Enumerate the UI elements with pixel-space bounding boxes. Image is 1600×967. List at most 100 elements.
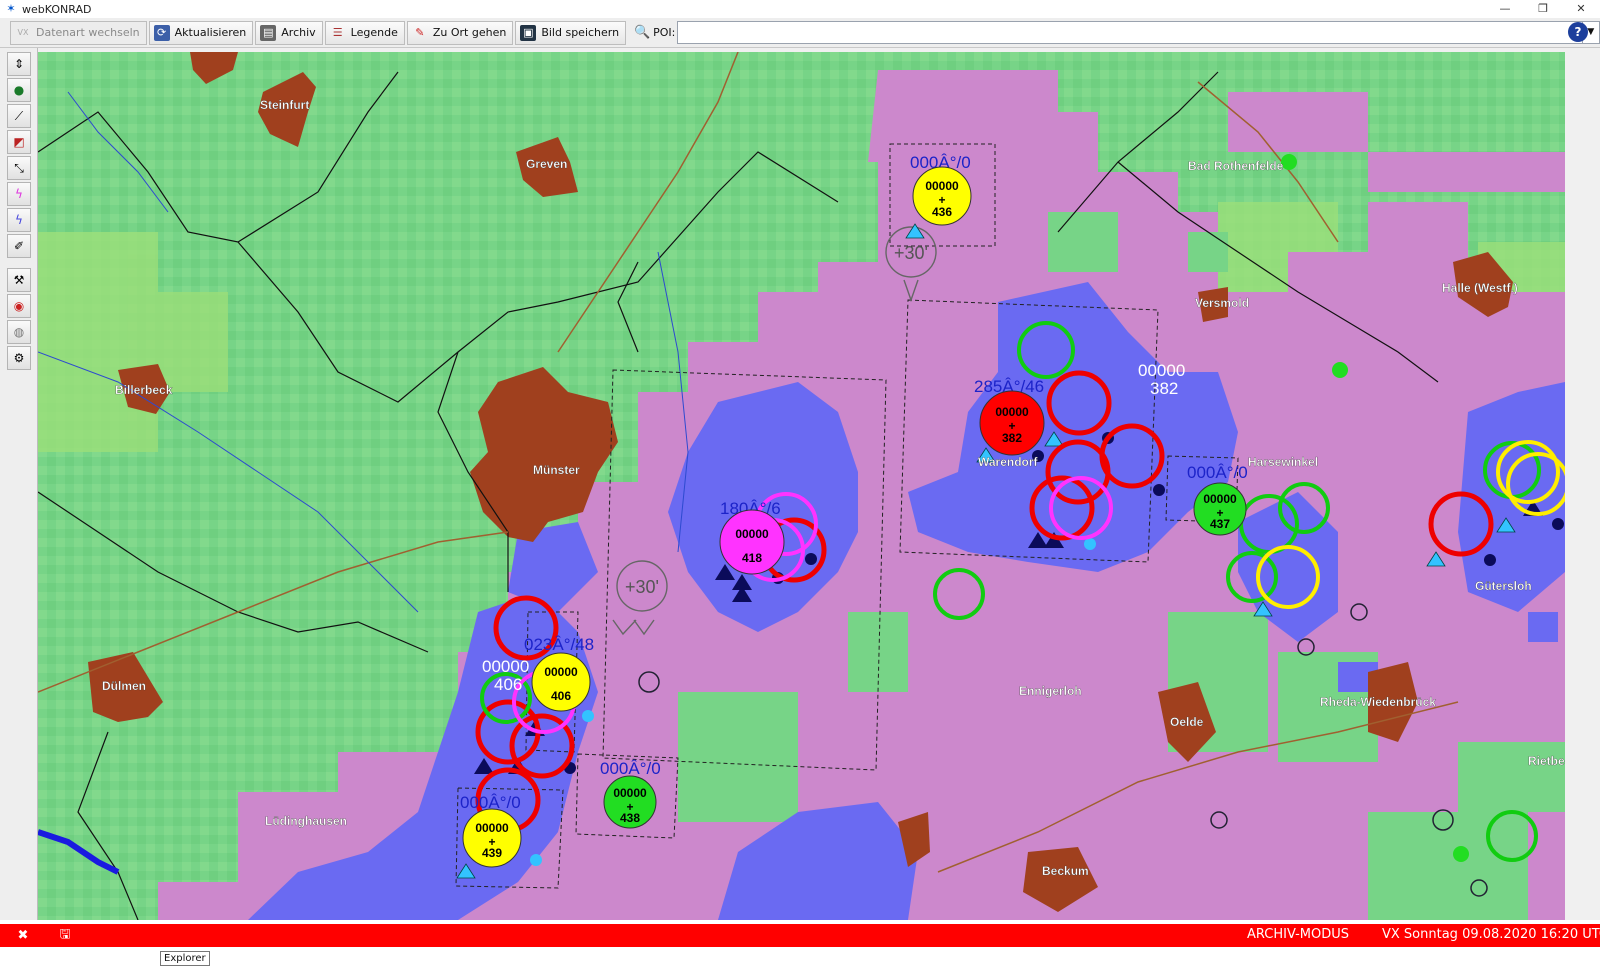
storm-cell-437[interactable]: 00000 + 437 — [1193, 482, 1247, 536]
explorer-tooltip: Explorer — [160, 951, 210, 966]
lightning-blue-tool-button[interactable]: ϟ — [7, 208, 31, 232]
city-label-rheda-wiedenbrueck: Rheda-Wiedenbrück — [1320, 695, 1436, 709]
storm-cell-406[interactable]: 00000 406 — [531, 652, 591, 712]
city-label-halle: Halle (Westf.) — [1442, 281, 1518, 295]
radar-icon: ◉ — [13, 299, 25, 313]
radar-tool-button[interactable]: ◉ — [7, 294, 31, 318]
legend-icon: ☰ — [332, 26, 343, 39]
vx-rx-icon: VX — [17, 28, 29, 37]
legende-label: Legende — [350, 26, 398, 39]
city-label-rietberg: Rietberg — [1528, 754, 1565, 768]
city-label-bad-rothenfelde: Bad Rothenfelde — [1188, 159, 1284, 173]
cell-437-heading: 000Â°/0 — [1187, 463, 1248, 482]
legende-button[interactable]: ☰ Legende — [324, 20, 405, 45]
measure-tool-button[interactable]: ✐ — [7, 234, 31, 258]
cell-436-num: 436 — [932, 205, 952, 219]
city-label-steinfurt: Steinfurt — [260, 98, 309, 112]
segment-tool-button[interactable]: ◩ — [7, 130, 31, 154]
layers-tool-button[interactable]: ⚙ — [7, 346, 31, 370]
archiv-label: Archiv — [281, 26, 316, 39]
path-icon: ⤡ — [14, 160, 24, 175]
cell-406-code: 00000 — [544, 665, 578, 679]
floppy-icon: 🖫 — [59, 926, 71, 942]
refresh-icon: ⟳ — [153, 24, 170, 41]
help-button[interactable]: ? — [1568, 22, 1588, 42]
path-tool-button[interactable]: ⤡ — [7, 156, 31, 180]
point-tool-button[interactable]: ● — [7, 78, 31, 102]
cell-406-num: 406 — [551, 689, 571, 703]
cell-437-num: 437 — [1210, 517, 1230, 531]
lightning-pink-tool-button[interactable]: ϟ — [7, 182, 31, 206]
cell-382-code: 00000 — [995, 405, 1029, 419]
bild-speichern-button[interactable]: ▣ Bild speichern — [515, 20, 627, 45]
city-label-oelde: Oelde — [1170, 715, 1204, 729]
archive-mode-label: ARCHIV-MODUS — [1247, 927, 1350, 942]
cell-436-code: 00000 — [925, 179, 959, 193]
minimize-button[interactable]: — — [1486, 0, 1524, 18]
cell-382-alt-num: 382 — [1150, 379, 1178, 398]
measure-icon: ✐ — [13, 239, 25, 253]
layers-icon: ⚙ — [13, 351, 25, 365]
cell-382-num: 382 — [1002, 431, 1022, 445]
cell-438-heading: 000Â°/0 — [600, 759, 661, 778]
poi-input[interactable] — [677, 21, 1583, 44]
save-image-icon: ▣ — [520, 24, 537, 41]
storm-cell-382[interactable]: 00000 + 382 — [979, 390, 1045, 456]
cell-439-code: 00000 — [475, 821, 509, 835]
cell-418-code: 00000 — [735, 527, 769, 541]
explorer-icon: ✖ — [17, 928, 29, 943]
globe-tool-button[interactable]: ◍ — [7, 320, 31, 344]
segment-icon: ◩ — [13, 135, 25, 149]
restore-button[interactable]: ❐ — [1524, 0, 1562, 18]
search-icon: 🔍 — [634, 24, 651, 40]
city-label-warendorf: Warendorf — [978, 455, 1039, 469]
city-label-guetersloh: Gütersloh — [1475, 579, 1532, 593]
toolbar: VX Datenart wechseln ⟳ Aktualisieren ▤ A… — [0, 18, 1600, 48]
city-label-duelmen: Dülmen — [102, 679, 146, 693]
city-label-luedinghausen: Lüdinghausen — [265, 814, 347, 828]
datenart-wechseln-button[interactable]: VX Datenart wechseln — [10, 20, 147, 45]
globe-icon: ◍ — [13, 325, 25, 339]
city-label-versmold: Versmold — [1195, 296, 1249, 310]
lightning-blue-icon: ϟ — [15, 213, 23, 227]
archiv-button[interactable]: ▤ Archiv — [255, 20, 323, 45]
cell-418-num: 418 — [742, 551, 762, 565]
cell-439-num: 439 — [482, 846, 502, 860]
city-label-harsewinkel: Harsewinkel — [1248, 455, 1318, 469]
line-tool-button[interactable]: ⟋ — [7, 104, 31, 128]
zu-ort-gehen-button[interactable]: ✎ Zu Ort gehen — [406, 20, 514, 45]
cell-437-code: 00000 — [1203, 492, 1237, 506]
zoom-extent-icon: ⇕ — [13, 57, 25, 71]
city-label-muenster: Münster — [533, 463, 580, 477]
cell-438-code: 00000 — [613, 786, 647, 800]
window-title: webKONRAD — [22, 2, 92, 16]
storm-cell-439[interactable]: 00000 + 439 — [462, 808, 522, 868]
city-label-greven: Greven — [526, 157, 567, 171]
zu-ort-label: Zu Ort gehen — [432, 26, 507, 39]
status-bar-background — [0, 924, 1600, 947]
poi-search: 🔍 POI: — [634, 25, 675, 41]
aktualisieren-button[interactable]: ⟳ Aktualisieren — [148, 20, 254, 45]
storm-cell-438[interactable]: 00000 + 438 — [603, 775, 657, 829]
city-label-ennigerloh: Ennigerloh — [1019, 684, 1082, 698]
storm-cell-436[interactable]: 00000 + 436 — [912, 166, 972, 226]
save-button[interactable]: 🖫 — [48, 924, 82, 947]
timestamp-label: VX Sonntag 09.08.2020 16:20 UTC — [1382, 927, 1600, 942]
explorer-button[interactable]: ✖ — [6, 924, 40, 947]
chevron-down-icon: ▼ — [1587, 27, 1595, 37]
title-bar: ✶ webKONRAD — ❐ ✕ — [0, 0, 1600, 18]
poi-label: POI: — [653, 26, 676, 39]
storm-cell-418[interactable]: 00000 418 — [719, 509, 785, 575]
zoom-extent-tool-button[interactable]: ⇕ — [7, 52, 31, 76]
forecast-label-1: +30' — [894, 243, 928, 263]
settings-tool-button[interactable]: ⚒ — [7, 268, 31, 292]
datenart-label: Datenart wechseln — [36, 26, 140, 39]
status-bar: ✖ 🖫 ARCHIV-MODUS VX Sonntag 09.08.2020 1… — [0, 920, 1600, 967]
weather-map[interactable]: +30' +30' 000Â°/0 285Â°/46 00000 382 180… — [38, 52, 1565, 920]
cell-406-alt-code: 00000 — [482, 657, 529, 676]
close-button[interactable]: ✕ — [1562, 0, 1600, 18]
map-tools-sidebar: ⇕ ● ⟋ ◩ ⤡ ϟ ϟ ✐ ⚒ ◉ ◍ ⚙ — [0, 48, 38, 920]
lightning-pink-icon: ϟ — [15, 187, 23, 201]
cell-438-num: 438 — [620, 811, 640, 825]
city-label-billerbeck: Billerbeck — [115, 383, 173, 397]
